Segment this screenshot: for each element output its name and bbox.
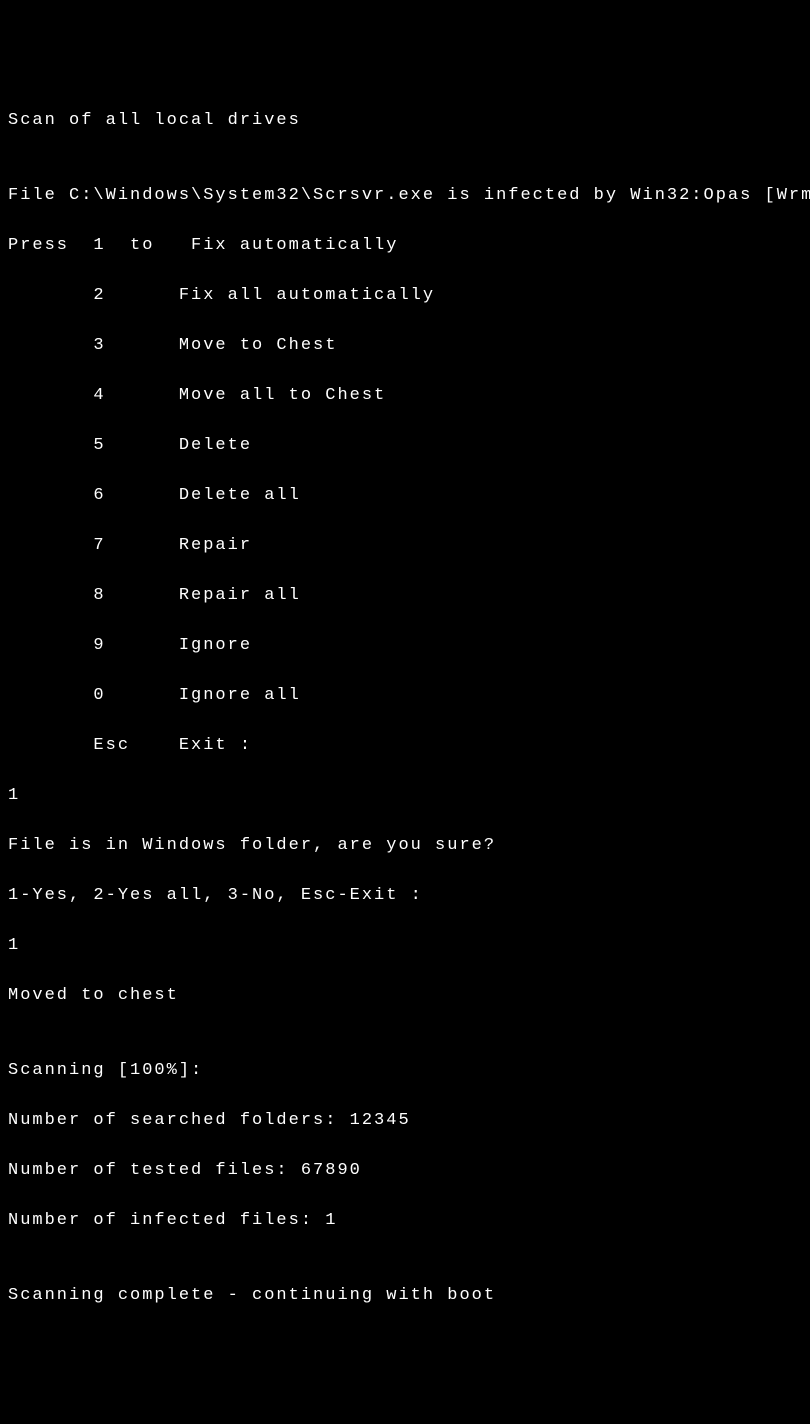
menu-option-4[interactable]: 4 Move all to Chest [8,383,802,408]
menu-option-9[interactable]: 9 Ignore [8,633,802,658]
user-input-2: 1 [8,933,802,958]
stat-files: Number of tested files: 67890 [8,1158,802,1183]
stat-infected: Number of infected files: 1 [8,1208,802,1233]
confirm-options[interactable]: 1-Yes, 2-Yes all, 3-No, Esc-Exit : [8,883,802,908]
user-input-1: 1 [8,783,802,808]
infection-message: File C:\Windows\System32\Scrsvr.exe is i… [8,183,802,208]
confirm-prompt: File is in Windows folder, are you sure? [8,833,802,858]
scanning-progress: Scanning [100%]: [8,1058,802,1083]
scan-title: Scan of all local drives [8,108,802,133]
menu-option-3[interactable]: 3 Move to Chest [8,333,802,358]
menu-option-1[interactable]: Press 1 to Fix automatically [8,233,802,258]
menu-option-esc[interactable]: Esc Exit : [8,733,802,758]
menu-option-8[interactable]: 8 Repair all [8,583,802,608]
menu-option-0[interactable]: 0 Ignore all [8,683,802,708]
stat-folders: Number of searched folders: 12345 [8,1108,802,1133]
menu-option-2[interactable]: 2 Fix all automatically [8,283,802,308]
menu-option-7[interactable]: 7 Repair [8,533,802,558]
menu-option-6[interactable]: 6 Delete all [8,483,802,508]
result-message: Moved to chest [8,983,802,1008]
complete-message: Scanning complete - continuing with boot [8,1283,802,1308]
menu-option-5[interactable]: 5 Delete [8,433,802,458]
